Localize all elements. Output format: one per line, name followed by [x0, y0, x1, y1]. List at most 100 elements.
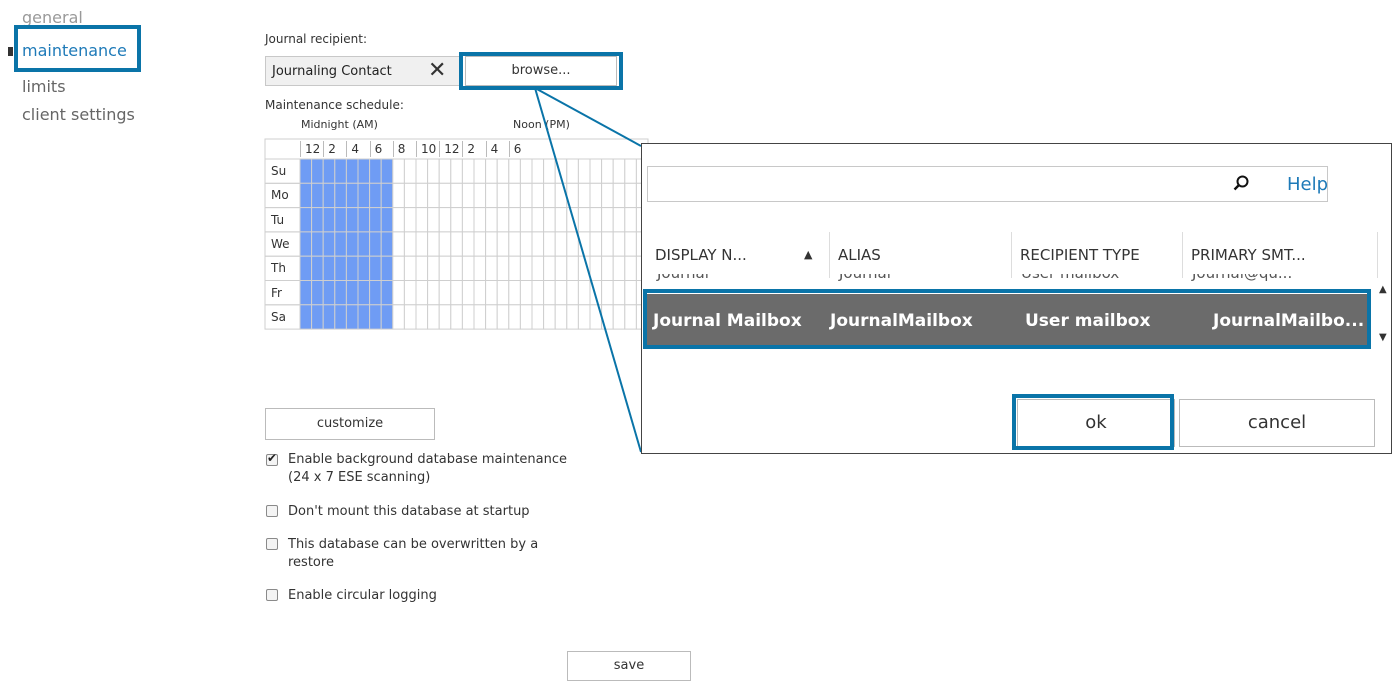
schedule-cell[interactable] [589, 207, 603, 233]
schedule-cell[interactable] [380, 280, 394, 306]
schedule-cell[interactable] [322, 231, 336, 257]
schedule-cell[interactable] [322, 304, 336, 330]
close-icon[interactable]: ✕ [428, 58, 446, 84]
schedule-cell[interactable] [519, 158, 533, 184]
schedule-cell[interactable] [311, 231, 324, 257]
schedule-cell[interactable] [345, 182, 359, 209]
schedule-cell[interactable] [438, 207, 452, 233]
schedule-cell[interactable] [485, 207, 498, 233]
schedule-cell[interactable] [334, 158, 347, 184]
schedule-cell[interactable] [403, 304, 417, 330]
schedule-cell[interactable] [415, 280, 429, 306]
schedule-cell[interactable] [589, 182, 603, 209]
schedule-cell[interactable] [461, 182, 475, 209]
schedule-cell[interactable] [624, 207, 637, 233]
schedule-cell[interactable] [473, 255, 487, 282]
schedule-cell[interactable] [612, 231, 626, 257]
schedule-cell[interactable] [334, 280, 347, 306]
schedule-cell[interactable] [322, 207, 336, 233]
schedule-cell[interactable] [508, 304, 521, 330]
schedule-cell[interactable] [392, 231, 405, 257]
save-button[interactable]: save [567, 651, 691, 681]
schedule-cell[interactable] [427, 158, 440, 184]
schedule-cell[interactable] [473, 231, 487, 257]
schedule-cell[interactable] [577, 182, 591, 209]
schedule-cell[interactable] [438, 158, 452, 184]
schedule-cell[interactable] [612, 280, 626, 306]
schedule-cell[interactable] [299, 158, 313, 184]
schedule-cell[interactable] [369, 207, 382, 233]
schedule-cell[interactable] [519, 255, 533, 282]
schedule-cell[interactable] [496, 255, 510, 282]
schedule-cell[interactable] [531, 304, 545, 330]
schedule-cell[interactable] [601, 182, 614, 209]
schedule-cell[interactable] [345, 158, 359, 184]
schedule-cell[interactable] [369, 231, 382, 257]
schedule-cell[interactable] [496, 207, 510, 233]
schedule-cell[interactable] [577, 304, 591, 330]
schedule-cell[interactable] [450, 255, 463, 282]
schedule-cell[interactable] [601, 280, 614, 306]
schedule-cell[interactable] [496, 158, 510, 184]
schedule-cell[interactable] [345, 207, 359, 233]
schedule-cell[interactable] [311, 280, 324, 306]
schedule-cell[interactable] [531, 182, 545, 209]
schedule-cell[interactable] [369, 255, 382, 282]
schedule-cell[interactable] [519, 231, 533, 257]
schedule-cell[interactable] [531, 255, 545, 282]
schedule-cell[interactable] [369, 158, 382, 184]
schedule-cell[interactable] [531, 280, 545, 306]
schedule-cell[interactable] [589, 304, 603, 330]
schedule-cell[interactable] [485, 280, 498, 306]
schedule-cell[interactable] [345, 231, 359, 257]
schedule-cell[interactable] [427, 231, 440, 257]
schedule-cell[interactable] [438, 255, 452, 282]
schedule-cell[interactable] [543, 304, 556, 330]
schedule-cell[interactable] [299, 255, 313, 282]
schedule-cell[interactable] [380, 304, 394, 330]
schedule-cell[interactable] [450, 182, 463, 209]
schedule-cell[interactable] [450, 280, 463, 306]
schedule-cell[interactable] [612, 255, 626, 282]
schedule-cell[interactable] [415, 207, 429, 233]
schedule-cell[interactable] [554, 182, 568, 209]
schedule-cell[interactable] [485, 304, 498, 330]
schedule-cell[interactable] [554, 158, 568, 184]
schedule-cell[interactable] [601, 158, 614, 184]
schedule-cell[interactable] [403, 182, 417, 209]
schedule-cell[interactable] [334, 207, 347, 233]
schedule-cell[interactable] [450, 304, 463, 330]
schedule-cell[interactable] [519, 280, 533, 306]
schedule-cell[interactable] [311, 158, 324, 184]
schedule-cell[interactable] [624, 182, 637, 209]
background-maintenance-checkbox[interactable] [266, 451, 278, 466]
schedule-cell[interactable] [543, 280, 556, 306]
circular-logging-checkbox[interactable] [266, 589, 278, 601]
schedule-cell[interactable] [380, 231, 394, 257]
schedule-cell[interactable] [345, 255, 359, 282]
schedule-cell[interactable] [415, 231, 429, 257]
schedule-cell[interactable] [427, 280, 440, 306]
schedule-cell[interactable] [589, 255, 603, 282]
schedule-cell[interactable] [543, 255, 556, 282]
column-alias[interactable]: ALIAS [830, 232, 1012, 278]
schedule-cell[interactable] [369, 304, 382, 330]
schedule-cell[interactable] [496, 182, 510, 209]
schedule-cell[interactable] [345, 280, 359, 306]
table-scrollbar[interactable]: ▲ ▼ [1377, 274, 1391, 364]
schedule-cell[interactable] [554, 207, 568, 233]
schedule-cell[interactable] [554, 304, 568, 330]
schedule-cell[interactable] [461, 280, 475, 306]
schedule-cell[interactable] [589, 280, 603, 306]
search-input[interactable] [647, 166, 1328, 202]
schedule-cell[interactable] [357, 207, 371, 233]
schedule-cell[interactable] [577, 255, 591, 282]
schedule-cell[interactable] [461, 304, 475, 330]
schedule-cell[interactable] [566, 304, 579, 330]
schedule-cell[interactable] [473, 280, 487, 306]
schedule-cell[interactable] [334, 231, 347, 257]
schedule-cell[interactable] [415, 158, 429, 184]
schedule-cell[interactable] [601, 231, 614, 257]
scroll-down-icon[interactable]: ▼ [1379, 332, 1387, 343]
schedule-cell[interactable] [403, 207, 417, 233]
